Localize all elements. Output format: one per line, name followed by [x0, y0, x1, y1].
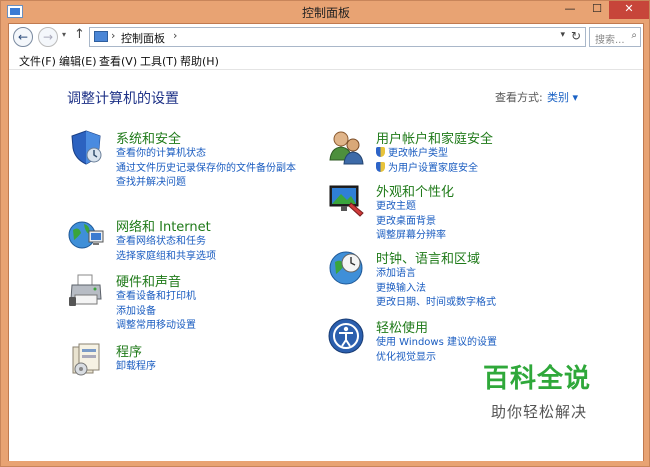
control-panel-icon	[94, 31, 108, 42]
menu-bar: 文件(F) 编辑(E) 查看(V) 工具(T) 帮助(H)	[9, 50, 643, 70]
watermark-title: 百科全说	[483, 364, 592, 394]
category-title[interactable]: 网络和 Internet	[116, 216, 211, 235]
link-change-desktop-background[interactable]: 更改桌面背景	[376, 215, 446, 230]
uac-shield-icon	[376, 147, 385, 157]
clock-globe-icon[interactable]	[327, 248, 365, 286]
display-icon[interactable]	[327, 181, 365, 219]
menu-help[interactable]: 帮助(H)	[180, 53, 219, 69]
refresh-icon[interactable]: ↻	[571, 29, 581, 43]
ease-of-access-icon[interactable]	[327, 317, 365, 355]
uac-shield-icon	[376, 161, 385, 172]
search-box[interactable]: 搜索... ⌕	[589, 27, 641, 47]
close-button[interactable]: ✕	[609, 1, 649, 19]
link-view-computer-status[interactable]: 查看你的计算机状态	[116, 147, 296, 162]
history-dropdown-icon[interactable]: ▾	[62, 30, 66, 39]
search-input[interactable]: 搜索...	[595, 31, 625, 46]
back-button[interactable]: ←	[13, 27, 33, 47]
category-title[interactable]: 外观和个性化	[376, 181, 454, 200]
link-change-input-method[interactable]: 更换输入法	[376, 282, 496, 297]
link-change-date-time-format[interactable]: 更改日期、时间或数字格式	[376, 296, 496, 311]
title-bar[interactable]: 控制面板 — ☐ ✕	[1, 1, 650, 23]
link-homegroup-sharing[interactable]: 选择家庭组和共享选项	[116, 250, 216, 265]
link-adjust-resolution[interactable]: 调整屏幕分辨率	[376, 229, 446, 244]
programs-icon[interactable]	[67, 341, 105, 379]
window: 控制面板 — ☐ ✕ ← → ▾ ↑ › 控制面板 › ▾ ↻ 搜索... ⌕ …	[0, 0, 650, 467]
link-troubleshoot[interactable]: 查找并解决问题	[116, 176, 296, 191]
category-title[interactable]: 时钟、语言和区域	[376, 248, 480, 267]
link-file-history-backup[interactable]: 通过文件历史记录保存你的文件备份副本	[116, 162, 296, 177]
window-title: 控制面板	[301, 6, 350, 20]
link-devices-printers[interactable]: 查看设备和打印机	[116, 290, 196, 305]
category-title[interactable]: 轻松使用	[376, 317, 428, 336]
menu-edit[interactable]: 编辑(E)	[59, 53, 97, 69]
view-by-dropdown[interactable]: 类别 ▾	[547, 89, 578, 105]
category-title[interactable]: 硬件和声音	[116, 271, 181, 290]
category-title[interactable]: 用户帐户和家庭安全	[376, 128, 493, 147]
up-arrow-icon[interactable]: ↑	[74, 27, 85, 42]
link-change-theme[interactable]: 更改主题	[376, 200, 446, 215]
address-toolbar: ← → ▾ ↑ › 控制面板 › ▾ ↻ 搜索... ⌕	[9, 24, 643, 50]
users-icon[interactable]	[327, 128, 365, 166]
link-network-status[interactable]: 查看网络状态和任务	[116, 235, 216, 250]
page-title: 调整计算机的设置	[67, 91, 179, 107]
category-title[interactable]: 系统和安全	[116, 128, 181, 147]
watermark-logo: 百科全说 助你轻松解决	[474, 358, 604, 428]
search-icon[interactable]: ⌕	[631, 30, 637, 41]
link-change-account-type[interactable]: 更改帐户类型	[376, 147, 478, 162]
printer-icon[interactable]	[67, 271, 105, 309]
breadcrumb-control-panel[interactable]: 控制面板	[121, 30, 165, 46]
address-bar[interactable]: › 控制面板 › ▾ ↻	[89, 27, 586, 47]
breadcrumb-chevron-icon[interactable]: ›	[173, 29, 177, 42]
shield-icon[interactable]	[67, 128, 105, 166]
breadcrumb-chevron-icon[interactable]: ›	[111, 29, 115, 42]
category-title[interactable]: 程序	[116, 341, 142, 360]
network-icon[interactable]	[67, 216, 105, 254]
link-uninstall-program[interactable]: 卸载程序	[116, 360, 156, 375]
minimize-button[interactable]: —	[557, 1, 583, 19]
maximize-button[interactable]: ☐	[584, 1, 610, 19]
menu-file[interactable]: 文件(F)	[19, 53, 56, 69]
link-add-device[interactable]: 添加设备	[116, 305, 196, 320]
address-dropdown-icon[interactable]: ▾	[560, 30, 565, 40]
menu-tools[interactable]: 工具(T)	[140, 53, 177, 69]
watermark-subtitle: 助你轻松解决	[491, 403, 588, 421]
link-label: 更改帐户类型	[388, 148, 448, 159]
link-add-language[interactable]: 添加语言	[376, 267, 496, 282]
link-label: 为用户设置家庭安全	[388, 162, 478, 174]
view-by-label: 查看方式:	[495, 91, 543, 104]
forward-button[interactable]: →	[38, 27, 58, 47]
link-recommended-settings[interactable]: 使用 Windows 建议的设置	[376, 336, 497, 351]
link-set-family-safety[interactable]: 为用户设置家庭安全	[376, 161, 478, 177]
link-mobility-settings[interactable]: 调整常用移动设置	[116, 319, 196, 334]
menu-view[interactable]: 查看(V)	[99, 53, 137, 69]
